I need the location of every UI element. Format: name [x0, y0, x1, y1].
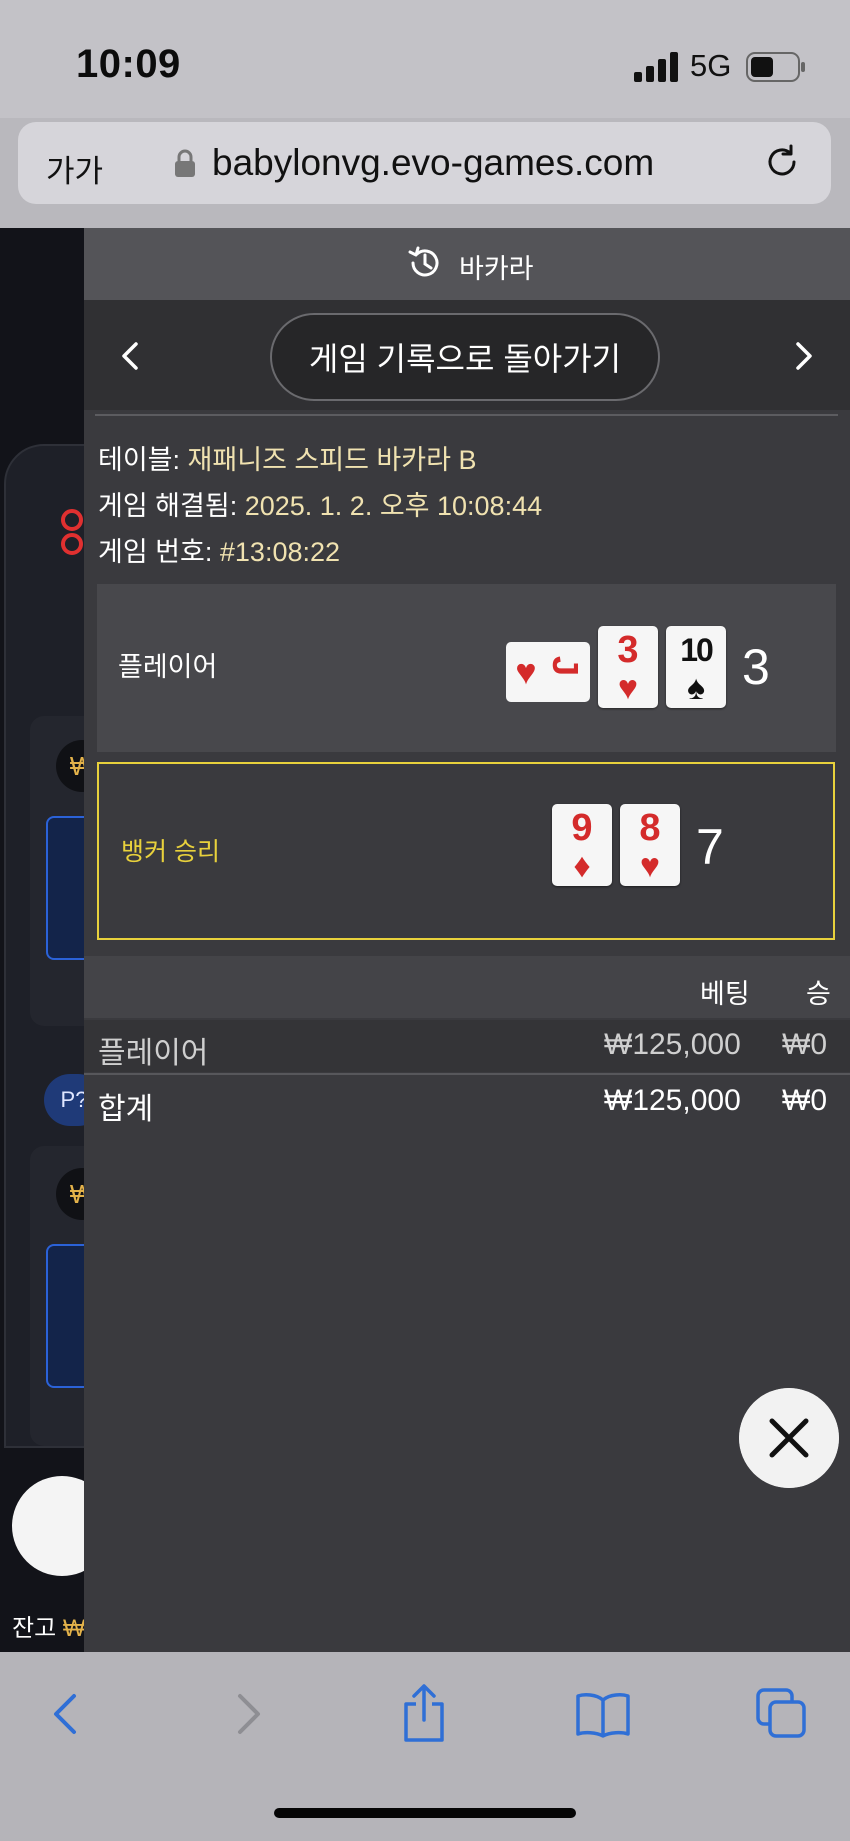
network-label: 5G [690, 48, 732, 83]
back-to-history-button[interactable]: 게임 기록으로 돌아가기 [270, 313, 660, 401]
banker-card-1: 9 ♦ [552, 804, 612, 886]
banker-total: 7 [696, 819, 724, 875]
signal-icon [634, 52, 678, 82]
total-row-win: ₩0 [782, 1084, 827, 1117]
bet-column-header: 베팅 [700, 979, 750, 1009]
table-label: 테이블: [98, 445, 181, 475]
game-number-info: 게임 번호: #13:08:22 [98, 530, 340, 569]
status-time: 10:09 [76, 42, 181, 86]
total-row-amount: ₩125,000 [604, 1084, 741, 1117]
card-suit: ♥ [617, 669, 639, 707]
reload-icon[interactable] [760, 140, 804, 184]
balance-symbol: ₩ [62, 1615, 86, 1642]
card-rank: 3 [617, 629, 639, 671]
card-rank: 10 [680, 632, 714, 668]
text-size-button[interactable]: 가가 [46, 146, 103, 191]
close-button[interactable] [739, 1388, 839, 1488]
bet-row-name: 플레이어 [98, 1037, 209, 1070]
card-rank-suit: ♥J [506, 652, 590, 692]
player-total: 3 [742, 639, 770, 695]
divider [95, 414, 838, 416]
win-column-header: 승 [806, 979, 831, 1009]
bet-row-amount: ₩125,000 [604, 1028, 741, 1061]
share-icon[interactable] [398, 1682, 450, 1744]
player-label: 플레이어 [118, 652, 218, 682]
card-rank: J [544, 655, 586, 689]
back-arrow-icon[interactable] [46, 1690, 86, 1738]
resolved-info: 게임 해결됨: 2025. 1. 2. 오후 10:08:44 [98, 484, 542, 523]
history-icon [408, 246, 439, 277]
player-card-2: 3 ♥ [598, 626, 658, 708]
tabs-icon[interactable] [754, 1686, 808, 1740]
resolved-label: 게임 해결됨: [98, 491, 238, 521]
game-number-label: 게임 번호: [98, 537, 213, 567]
table-info: 테이블: 재패니즈 스피드 바카라 B [98, 438, 476, 477]
divider [84, 1073, 850, 1075]
bet-row-win: ₩0 [782, 1028, 827, 1061]
resolved-value: 2025. 1. 2. 오후 10:08:44 [244, 491, 543, 521]
url-text[interactable]: babylonvg.evo-games.com [212, 142, 654, 184]
home-indicator [274, 1808, 576, 1818]
forward-arrow-icon[interactable] [228, 1690, 268, 1738]
bookmarks-icon[interactable] [574, 1690, 632, 1738]
card-suit: ♥ [639, 847, 661, 885]
table-value: 재패니즈 스피드 바카라 B [187, 445, 477, 475]
banker-card-2: 8 ♥ [620, 804, 680, 886]
banker-win-label: 뱅커 승리 [121, 838, 220, 866]
chevron-right-icon[interactable] [784, 336, 822, 376]
card-suit: ♥ [515, 651, 549, 692]
card-rank: 9 [571, 807, 593, 849]
player-card-3: 10 ♠ [666, 626, 726, 708]
total-row-name: 합계 [98, 1093, 154, 1126]
modal-title: 바카라 [459, 254, 534, 284]
card-suit: ♠ [686, 669, 706, 707]
card-suit: ♦ [573, 847, 591, 885]
chevron-left-icon[interactable] [112, 336, 150, 376]
background-balance: 잔고 ₩ [12, 1608, 86, 1643]
lock-icon [175, 149, 195, 177]
game-number-value: #13:08:22 [219, 537, 341, 567]
card-rank: 8 [639, 807, 661, 849]
battery-icon [746, 52, 805, 82]
player-card-1-sideways: ♥J [506, 642, 590, 702]
balance-label: 잔고 [12, 1615, 57, 1642]
